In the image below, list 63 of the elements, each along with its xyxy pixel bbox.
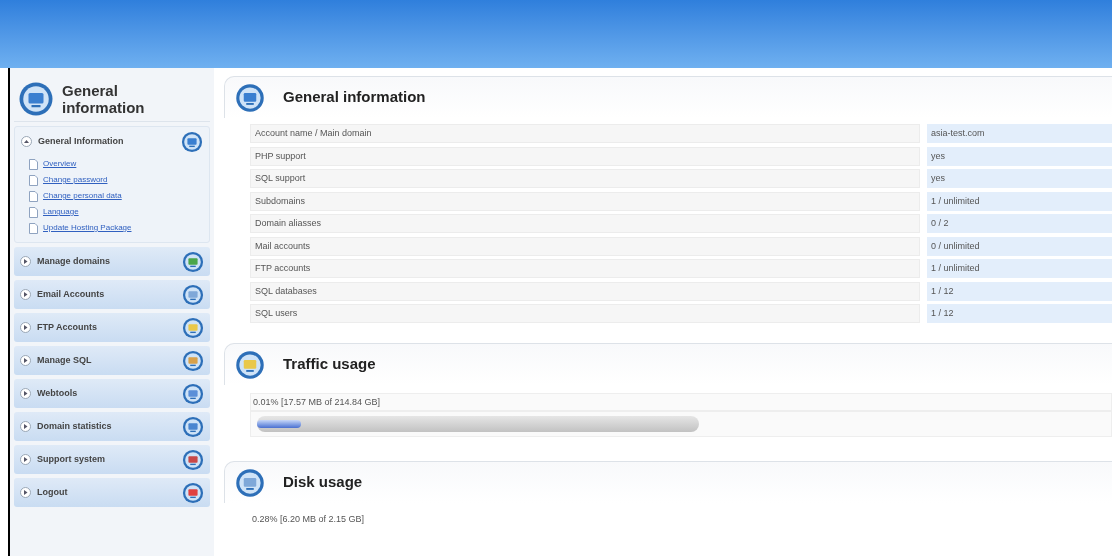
collapse-icon[interactable] — [21, 136, 32, 147]
table-cell: PHP support — [250, 146, 920, 166]
page-icon — [29, 158, 38, 170]
menu-icon — [182, 349, 204, 372]
table-cell: asia-test.com — [927, 124, 1112, 143]
submenu-link[interactable]: Change personal data — [43, 190, 122, 202]
monitor-icon — [235, 82, 265, 113]
menu-icon — [182, 382, 204, 405]
expand-icon[interactable] — [20, 421, 31, 432]
page-icon — [29, 174, 38, 186]
table-cell: 0 / 2 — [927, 214, 1112, 233]
monitor-icon — [18, 80, 54, 117]
menu-item[interactable]: Domain statistics — [37, 419, 176, 434]
menu-icon — [182, 481, 204, 504]
menu-item[interactable]: Manage SQL — [37, 353, 176, 368]
menu-item[interactable]: Email Accounts — [37, 287, 176, 302]
menu-icon — [181, 130, 203, 153]
table-cell: Mail accounts — [250, 236, 920, 256]
section-title: General information — [283, 87, 426, 108]
menu-item[interactable]: Support system — [37, 452, 176, 467]
expand-icon[interactable] — [20, 256, 31, 267]
table-cell: yes — [927, 169, 1112, 188]
expand-icon[interactable] — [20, 322, 31, 333]
menu-item[interactable]: Manage domains — [37, 254, 176, 269]
submenu-link[interactable]: Update Hosting Package — [43, 222, 132, 234]
table-cell: SQL databases — [250, 281, 920, 301]
expand-icon[interactable] — [20, 388, 31, 399]
menu-item[interactable]: Webtools — [37, 386, 176, 401]
table-cell: yes — [927, 146, 1112, 166]
table-cell: SQL users — [250, 304, 920, 323]
table-cell: Subdomains — [250, 191, 920, 211]
menu-icon — [182, 316, 204, 339]
menu-icon — [182, 283, 204, 306]
expand-icon[interactable] — [20, 355, 31, 366]
section-title: Disk usage — [283, 472, 363, 493]
expand-icon[interactable] — [20, 289, 31, 300]
page-icon — [29, 206, 38, 218]
menu-item[interactable]: Logout — [37, 485, 176, 500]
submenu-link[interactable]: Overview — [43, 158, 77, 170]
sidebar-title: General information — [62, 81, 146, 116]
menu-icon — [182, 250, 204, 273]
table-cell: SQL support — [250, 169, 920, 188]
submenu-link[interactable]: Change password — [43, 174, 108, 186]
table-cell: Account name / Main domain — [250, 124, 920, 143]
table-cell: 1 / unlimited — [927, 191, 1112, 211]
page-icon — [29, 190, 38, 202]
menu-icon — [182, 448, 204, 471]
section-title: Traffic usage — [283, 354, 376, 375]
menu-item[interactable]: General Information — [38, 134, 175, 149]
table-cell: 1 / 12 — [927, 304, 1112, 323]
table-cell: 1 / unlimited — [927, 259, 1112, 278]
expand-icon[interactable] — [20, 487, 31, 498]
usage-reading: 0.01% [17.57 MB of 214.84 GB] — [250, 393, 1112, 411]
expand-icon[interactable] — [20, 454, 31, 465]
table-cell: Domain aliasses — [250, 214, 920, 233]
table-cell: FTP accounts — [250, 259, 920, 278]
table-cell: 1 / 12 — [927, 281, 1112, 301]
page-icon — [29, 222, 38, 234]
usage-reading: 0.28% [6.20 MB of 2.15 GB] — [251, 513, 366, 526]
menu-item[interactable]: FTP Accounts — [37, 320, 176, 335]
submenu-link[interactable]: Language — [43, 206, 79, 218]
table-cell: 0 / unlimited — [927, 236, 1112, 256]
menu-icon — [182, 415, 204, 438]
